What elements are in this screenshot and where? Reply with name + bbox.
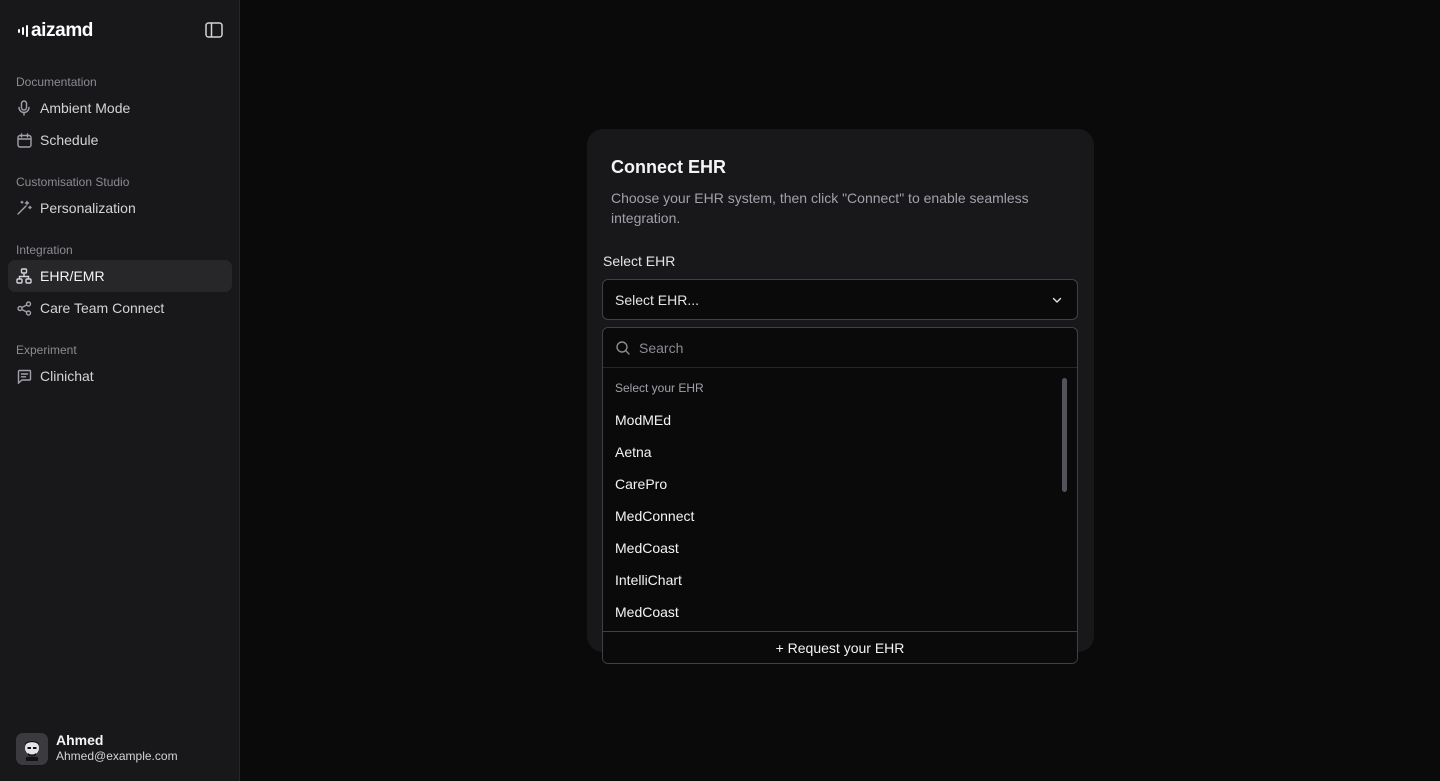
sidebar-item-label: Personalization bbox=[40, 200, 136, 216]
sidebar-item-personalization[interactable]: Personalization bbox=[8, 192, 232, 224]
avatar bbox=[16, 732, 48, 765]
user-name: Ahmed bbox=[56, 732, 104, 748]
sidebar-item-ambient-mode[interactable]: Ambient Mode bbox=[8, 92, 232, 124]
sidebar-item-label: Ambient Mode bbox=[40, 100, 131, 116]
nav-group-customisation: Customisation Studio bbox=[16, 175, 130, 189]
dropdown-scrollbar[interactable] bbox=[1062, 378, 1067, 492]
mic-icon bbox=[16, 100, 32, 116]
network-icon bbox=[16, 268, 32, 284]
brand-logo: aizamd bbox=[18, 20, 93, 42]
waveform-icon bbox=[18, 25, 28, 37]
ehr-option-medcoast-2[interactable]: MedCoast bbox=[603, 596, 1063, 628]
calendar-icon bbox=[16, 132, 32, 148]
sidebar-item-schedule[interactable]: Schedule bbox=[8, 124, 232, 156]
user-email: Ahmed@example.com bbox=[56, 749, 178, 763]
ehr-option-intellichart[interactable]: IntelliChart bbox=[603, 564, 1063, 596]
ehr-option-carepro[interactable]: CarePro bbox=[603, 468, 1063, 500]
ehr-select[interactable]: Select EHR... bbox=[602, 279, 1078, 320]
sidebar: aizamd Documentation Ambient Mode Schedu… bbox=[0, 0, 240, 781]
sidebar-item-care-team-connect[interactable]: Care Team Connect bbox=[8, 292, 232, 324]
sidebar-toggle-button[interactable] bbox=[203, 20, 225, 40]
sidebar-item-label: Care Team Connect bbox=[40, 300, 165, 316]
avatar-icon bbox=[25, 740, 39, 761]
search-icon bbox=[616, 340, 630, 355]
app-root: aizamd Documentation Ambient Mode Schedu… bbox=[0, 0, 1440, 781]
nav-group-documentation: Documentation bbox=[16, 75, 97, 89]
card-title: Connect EHR bbox=[611, 157, 727, 177]
ehr-option-aetna[interactable]: Aetna bbox=[603, 436, 1063, 468]
search-input[interactable] bbox=[639, 339, 1039, 356]
ehr-option-medconnect[interactable]: MedConnect bbox=[603, 500, 1063, 532]
sidebar-item-ehr-emr[interactable]: EHR/EMR bbox=[8, 260, 232, 292]
sidebar-toggle-icon bbox=[205, 22, 223, 38]
sidebar-item-clinichat[interactable]: Clinichat bbox=[8, 360, 232, 392]
ehr-dropdown: Select your EHR ModMEd Aetna CarePro Med… bbox=[602, 327, 1078, 664]
brand-name: aizamd bbox=[31, 20, 94, 41]
user-profile[interactable]: Ahmed Ahmed@example.com bbox=[16, 732, 178, 765]
sidebar-item-label: EHR/EMR bbox=[40, 268, 105, 284]
dropdown-group-heading: Select your EHR bbox=[615, 381, 704, 395]
ehr-select-value: Select EHR... bbox=[615, 291, 700, 308]
magic-wand-icon bbox=[16, 200, 32, 216]
share-icon bbox=[16, 300, 32, 316]
sidebar-item-label: Clinichat bbox=[40, 368, 94, 384]
chevron-down-icon bbox=[1052, 297, 1062, 303]
ehr-option-modmed[interactable]: ModMEd bbox=[603, 404, 1063, 436]
dropdown-search bbox=[603, 328, 1077, 368]
request-ehr-button[interactable]: + Request your EHR bbox=[603, 631, 1077, 663]
select-ehr-label: Select EHR bbox=[603, 253, 676, 269]
sidebar-item-label: Schedule bbox=[40, 132, 99, 148]
nav-group-experiment: Experiment bbox=[16, 343, 77, 357]
ehr-option-list: ModMEd Aetna CarePro MedConnect MedCoast… bbox=[603, 404, 1063, 628]
chat-icon bbox=[16, 368, 32, 384]
ehr-option-medcoast[interactable]: MedCoast bbox=[603, 532, 1063, 564]
card-description: Choose your EHR system, then click "Conn… bbox=[611, 190, 1029, 226]
nav-group-integration: Integration bbox=[16, 243, 73, 257]
